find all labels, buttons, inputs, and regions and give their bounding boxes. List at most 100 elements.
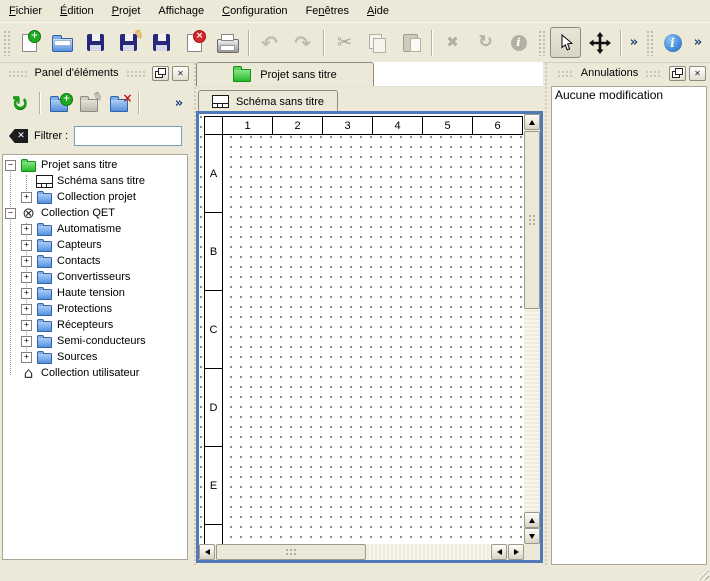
toolbar-overflow-button[interactable]	[625, 26, 643, 60]
tree-item-convertisseurs[interactable]: Convertisseurs	[3, 269, 187, 285]
close-document-button[interactable]	[178, 26, 211, 60]
delete-category-button[interactable]	[104, 88, 134, 118]
expand-icon[interactable]	[21, 240, 32, 251]
scroll-right-button[interactable]	[508, 544, 524, 560]
rotate-button[interactable]	[469, 26, 502, 60]
edit-category-button[interactable]	[74, 88, 104, 118]
undo-panel-title: Annulations	[581, 67, 639, 79]
float-panel-button[interactable]	[152, 66, 169, 81]
delete-button[interactable]	[436, 26, 469, 60]
clear-filter-icon[interactable]	[9, 129, 28, 143]
arrow-down-icon	[529, 534, 535, 539]
save-all-button[interactable]	[145, 26, 178, 60]
dock-splitter[interactable]	[544, 62, 548, 565]
expand-icon[interactable]	[21, 192, 32, 203]
tree-item-schema[interactable]: Schéma sans titre	[3, 173, 187, 189]
tree-item-collection-projet[interactable]: Collection projet	[3, 189, 187, 205]
copy-button[interactable]	[361, 26, 394, 60]
menu-fenetres[interactable]: Fenêtres	[297, 1, 358, 21]
blue-folder-icon	[37, 305, 52, 316]
expand-icon[interactable]	[21, 320, 32, 331]
menu-projet[interactable]: Projet	[103, 1, 150, 21]
tree-item-collection-utilisateur[interactable]: Collection utilisateur	[3, 365, 187, 381]
menu-affichage[interactable]: Affichage	[149, 1, 213, 21]
print-button[interactable]	[211, 26, 244, 60]
menu-edition[interactable]: Édition	[51, 1, 103, 21]
elements-panel-toolbar	[0, 84, 193, 122]
collapse-icon[interactable]	[5, 160, 16, 171]
toolbar-overflow-button[interactable]	[689, 26, 707, 60]
scroll-down-button[interactable]	[524, 528, 540, 544]
scroll-left-button[interactable]	[199, 544, 215, 560]
tree-item-collection-qet[interactable]: Collection QET	[3, 205, 187, 221]
undo-panel-titlebar[interactable]: Annulations	[549, 62, 710, 84]
float-panel-button[interactable]	[669, 66, 686, 81]
element-info-button[interactable]: i	[502, 26, 535, 60]
select-mode-button[interactable]	[550, 27, 581, 58]
expand-icon[interactable]	[21, 304, 32, 315]
blue-folder-icon	[37, 241, 52, 252]
tree-item-protections[interactable]: Protections	[3, 301, 187, 317]
tree-item-contacts[interactable]: Contacts	[3, 253, 187, 269]
scroll-up-button[interactable]	[524, 512, 540, 528]
row-header-column: A B C D E	[204, 135, 223, 544]
tree-item-recepteurs[interactable]: Récepteurs	[3, 317, 187, 333]
expand-icon[interactable]	[21, 352, 32, 363]
horizontal-scrollbar[interactable]	[199, 544, 524, 560]
menu-aide[interactable]: Aide	[358, 1, 398, 21]
close-panel-button[interactable]	[172, 66, 189, 81]
expand-icon[interactable]	[21, 256, 32, 267]
elements-panel-titlebar[interactable]: Panel d'éléments	[0, 62, 193, 84]
toolbar-drag-handle[interactable]	[3, 30, 10, 56]
about-button[interactable]: i	[656, 26, 689, 60]
tree-item-automatisme[interactable]: Automatisme	[3, 221, 187, 237]
cut-button[interactable]	[328, 26, 361, 60]
collapse-icon[interactable]	[5, 208, 16, 219]
toolbar-drag-handle[interactable]	[538, 30, 545, 56]
toolbar-drag-handle[interactable]	[646, 30, 653, 56]
column-header: 4	[372, 116, 423, 135]
redo-button[interactable]	[286, 26, 319, 60]
undo-history-list[interactable]: Aucune modification	[551, 86, 707, 565]
expand-icon[interactable]	[21, 288, 32, 299]
tree-item-capteurs[interactable]: Capteurs	[3, 237, 187, 253]
panel-toolbar-overflow-button[interactable]	[170, 88, 188, 118]
schema-drawing-area[interactable]: 1 2 3 4 5 6 A B C D E	[199, 114, 524, 544]
menu-configuration[interactable]: Configuration	[213, 1, 296, 21]
horizontal-scrollbar-thumb[interactable]	[216, 544, 366, 560]
open-button[interactable]	[46, 26, 79, 60]
move-mode-button[interactable]	[583, 26, 616, 60]
vertical-scrollbar[interactable]	[524, 114, 540, 544]
expand-icon[interactable]	[21, 224, 32, 235]
tree-item-project[interactable]: Projet sans titre	[3, 157, 187, 173]
toolbar-separator	[39, 92, 40, 114]
toolbar-row: i i	[0, 22, 710, 63]
dock-splitter[interactable]	[193, 62, 197, 565]
scroll-left-button[interactable]	[491, 544, 507, 560]
new-category-icon	[50, 99, 68, 112]
toolbar-separator	[248, 30, 249, 56]
tab-schema[interactable]: Schéma sans titre	[198, 90, 338, 112]
close-panel-button[interactable]	[689, 66, 706, 81]
new-document-button[interactable]	[13, 26, 46, 60]
tab-project[interactable]: Projet sans titre	[196, 62, 374, 86]
undo-button[interactable]	[253, 26, 286, 60]
tree-item-sources[interactable]: Sources	[3, 349, 187, 365]
scroll-up-button[interactable]	[524, 114, 540, 130]
expand-icon[interactable]	[21, 336, 32, 347]
resize-grip-icon[interactable]	[696, 567, 709, 580]
expand-icon[interactable]	[21, 272, 32, 283]
save-button[interactable]	[79, 26, 112, 60]
vertical-scrollbar-thumb[interactable]	[524, 131, 540, 309]
filter-input[interactable]	[74, 126, 182, 146]
paste-button[interactable]	[394, 26, 427, 60]
tree-item-haute-tension[interactable]: Haute tension	[3, 285, 187, 301]
menu-fichier[interactable]: Fichier	[0, 1, 51, 21]
row-header: D	[204, 368, 223, 447]
tree-item-semi-conducteurs[interactable]: Semi-conducteurs	[3, 333, 187, 349]
new-category-button[interactable]	[44, 88, 74, 118]
blue-folder-icon	[37, 353, 52, 364]
reload-collections-button[interactable]	[5, 88, 35, 118]
schema-icon	[212, 95, 229, 108]
save-as-button[interactable]	[112, 26, 145, 60]
